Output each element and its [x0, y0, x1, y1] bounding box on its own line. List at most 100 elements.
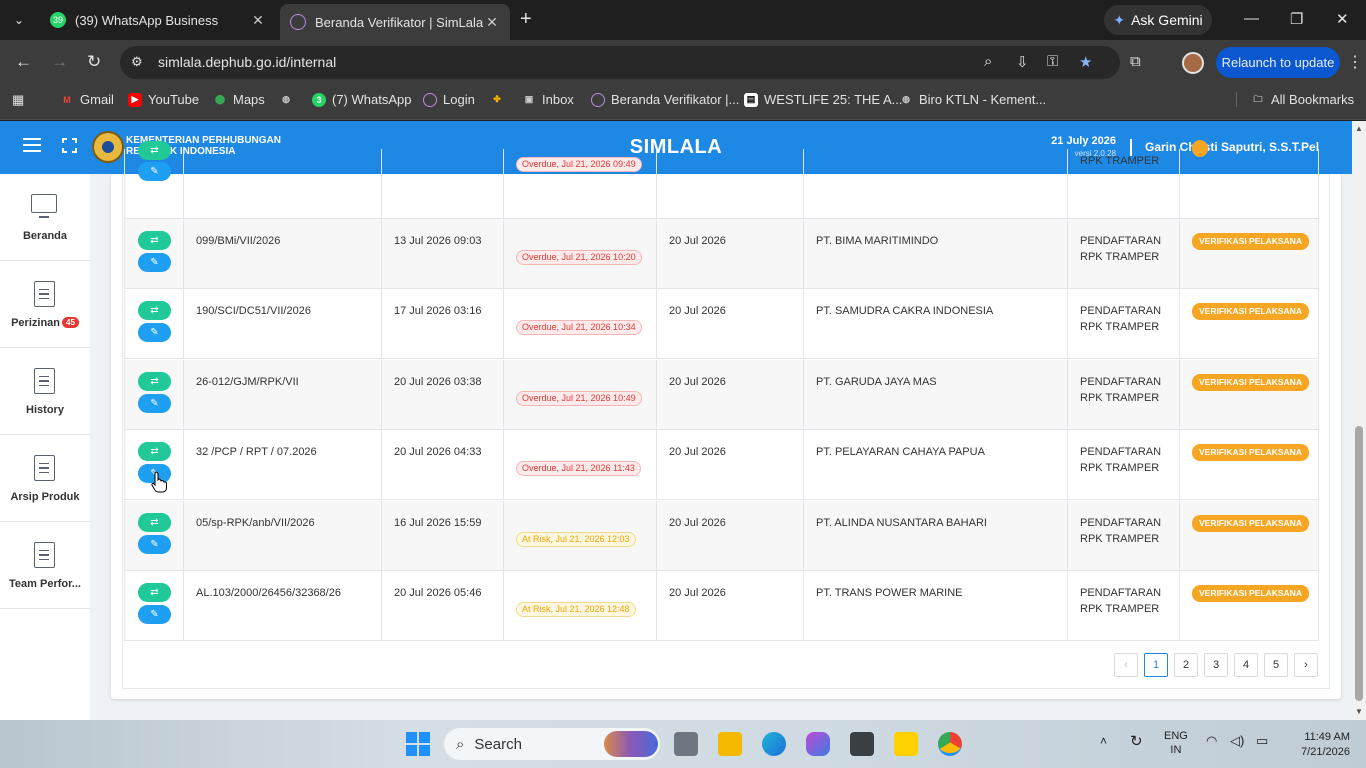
submitted-datetime: 20 Jul 2026 03:38	[394, 375, 482, 388]
zoom-icon[interactable]: ⌕	[984, 53, 992, 70]
document-number: 32 /PCP / RPT / 07.2026	[196, 446, 317, 459]
swap-button[interactable]: ⇄	[138, 583, 171, 602]
back-icon[interactable]: ←	[15, 52, 32, 72]
hamburger-menu-icon[interactable]	[23, 138, 41, 152]
tab-close-icon[interactable]: ✕	[484, 14, 500, 31]
swap-button[interactable]: ⇄	[138, 512, 171, 532]
sync-icon[interactable]: ↻	[1130, 732, 1143, 750]
swap-button[interactable]: ⇄	[138, 231, 171, 250]
bookmark-beranda-verifikator[interactable]: Beranda Verifikator |...	[591, 92, 739, 107]
windows-start-icon[interactable]	[406, 732, 430, 756]
company-name: PT. ALINDA NUSANTARA BAHARI	[816, 516, 987, 529]
type-line-1: PENDAFTARAN	[1080, 587, 1162, 599]
wifi-icon[interactable]: ◠	[1206, 733, 1217, 749]
edge-icon[interactable]	[762, 732, 786, 756]
swap-icon: ⇄	[150, 587, 159, 598]
page-next-button[interactable]: ›	[1294, 653, 1318, 677]
application-type: PENDAFTARAN RPK TRAMPER	[1080, 233, 1161, 265]
new-tab-button[interactable]: +	[520, 8, 532, 31]
sidebar-item-arsip-produk[interactable]: Arsip Produk	[0, 435, 90, 522]
battery-icon[interactable]: ▭	[1256, 733, 1268, 749]
sidebar-item-history[interactable]: History	[0, 348, 90, 435]
swap-button[interactable]: ⇄	[138, 371, 171, 391]
close-window-icon[interactable]: ✕	[1336, 10, 1349, 28]
maximize-icon[interactable]: ❐	[1290, 10, 1303, 28]
profile-avatar[interactable]	[1182, 52, 1204, 74]
apps-grid-icon[interactable]: ▦	[12, 92, 24, 108]
chrome-icon[interactable]	[938, 732, 962, 756]
bookmark-biro-ktln[interactable]: ◍ Biro KTLN - Kement...	[899, 92, 1046, 107]
type-cell: PENDAFTARAN RPK TRAMPER	[1068, 500, 1180, 571]
edit-button[interactable]: ✎	[138, 393, 171, 413]
extensions-icon[interactable]: ⧉	[1130, 53, 1141, 70]
install-app-icon[interactable]: ⇩	[1016, 53, 1029, 71]
edit-button[interactable]: ✎	[138, 162, 171, 181]
scroll-up-icon[interactable]: ▲	[1355, 124, 1363, 133]
tab-simlala[interactable]: Beranda Verifikator | SimLala ✕	[280, 4, 510, 40]
swap-button[interactable]: ⇄	[138, 301, 171, 321]
clock-time: 11:49 AM	[1304, 731, 1350, 743]
taskbar-clock[interactable]: 11:49 AM 7/21/2026	[1290, 730, 1350, 760]
swap-button[interactable]: ⇄	[138, 442, 171, 462]
sidebar-item-beranda[interactable]: Beranda	[0, 174, 90, 261]
volume-icon[interactable]: ◁)	[1230, 733, 1244, 749]
taskbar-search[interactable]: ⌕ Search	[444, 728, 660, 760]
relaunch-button[interactable]: Relaunch to update	[1216, 47, 1340, 78]
ask-gemini-button[interactable]: ✦ Ask Gemini	[1104, 5, 1212, 35]
copilot-icon[interactable]	[806, 732, 830, 756]
tray-chevron-icon[interactable]: ˄	[1100, 734, 1107, 748]
password-key-icon[interactable]: ⚿	[1047, 53, 1058, 70]
minimize-icon[interactable]: —	[1244, 10, 1259, 27]
action-cell: ⇄ ✎	[124, 500, 184, 571]
browser-menu-icon[interactable]: ⋮	[1347, 52, 1363, 72]
bookmark-pinwheel[interactable]: ✤	[490, 92, 504, 106]
all-bookmarks[interactable]: 🗀 All Bookmarks	[1236, 92, 1354, 107]
page-prev-button[interactable]: ‹	[1114, 653, 1138, 677]
bookmark-inbox[interactable]: ▣ Inbox	[522, 92, 574, 107]
submitted-datetime: 17 Jul 2026 03:16	[394, 305, 482, 318]
reload-icon[interactable]: ↻	[87, 52, 101, 72]
address-bar[interactable]: ⚙ simlala.dephub.go.id/internal ⌕ ⇩ ⚿ ★	[120, 46, 1120, 79]
sticky-notes-icon[interactable]	[894, 732, 918, 756]
pinwheel-icon: ✤	[493, 93, 501, 104]
swap-icon: ⇄	[150, 446, 159, 458]
bookmark-westlife[interactable]: ▤ WESTLIFE 25: THE A...	[744, 92, 902, 107]
sidebar-item-perizinan[interactable]: Perizinan 45	[0, 261, 90, 348]
scroll-down-icon[interactable]: ▼	[1355, 707, 1363, 716]
forward-icon[interactable]: →	[51, 52, 68, 72]
language-indicator[interactable]: ENG IN	[1164, 729, 1188, 757]
page-5-button[interactable]: 5	[1264, 653, 1288, 677]
no-cell: 26-012/GJM/RPK/VII	[184, 359, 382, 430]
edit-button[interactable]: ✎	[138, 534, 171, 554]
page-4-button[interactable]: 4	[1234, 653, 1258, 677]
gemini-icon: ✦	[1113, 11, 1126, 28]
sidebar-item-team-performance[interactable]: Team Perfor...	[0, 522, 90, 609]
scrollbar-thumb[interactable]	[1355, 426, 1363, 701]
bookmark-whatsapp[interactable]: 3 (7) WhatsApp	[312, 92, 411, 107]
url-text[interactable]: simlala.dephub.go.id/internal	[158, 54, 336, 70]
edit-button[interactable]: ✎	[138, 323, 171, 343]
page-3-button[interactable]: 3	[1204, 653, 1228, 677]
bookmark-youtube[interactable]: ▶ YouTube	[128, 92, 199, 107]
site-info-icon[interactable]: ⚙	[131, 54, 143, 70]
tab-close-icon[interactable]: ✕	[250, 12, 266, 29]
camera-icon[interactable]	[850, 732, 874, 756]
tab-whatsapp-business[interactable]: 39 (39) WhatsApp Business ✕	[40, 4, 276, 36]
document-number: AL.103/2000/26456/32368/26	[196, 587, 341, 599]
bookmark-maps[interactable]: ⬤ Maps	[213, 92, 265, 107]
bookmark-star-icon[interactable]: ★	[1079, 53, 1092, 71]
swap-button[interactable]: ⇄	[138, 141, 171, 160]
sla-badge: At Risk, Jul 21, 2026 12:48	[516, 602, 636, 617]
bookmark-gmail[interactable]: M Gmail	[60, 92, 114, 107]
page-1-button[interactable]: 1	[1144, 653, 1168, 677]
page-2-button[interactable]: 2	[1174, 653, 1198, 677]
tab-search-button[interactable]: ⌄	[6, 8, 32, 32]
bookmark-globe[interactable]: ◍	[279, 92, 293, 106]
task-view-icon[interactable]	[674, 732, 698, 756]
file-explorer-icon[interactable]	[718, 732, 742, 756]
edit-button[interactable]: ✎	[138, 253, 171, 272]
bookmark-login[interactable]: Login	[423, 92, 475, 107]
fullscreen-icon[interactable]	[62, 138, 77, 153]
edit-button[interactable]: ✎	[138, 605, 171, 624]
page-scrollbar[interactable]: ▲ ▼	[1352, 121, 1366, 720]
